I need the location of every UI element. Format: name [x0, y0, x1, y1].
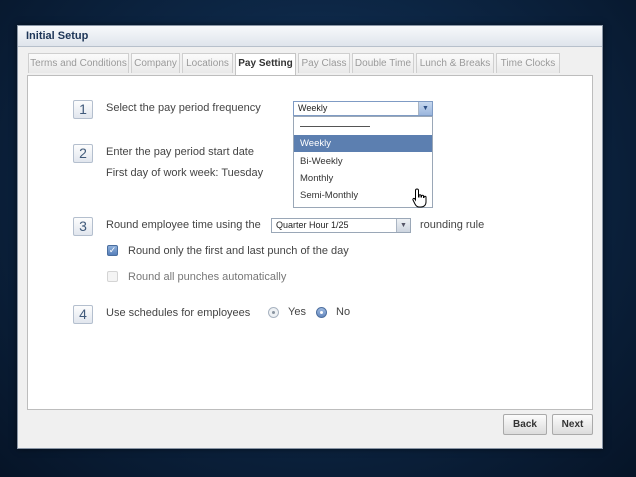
- back-button[interactable]: Back: [503, 414, 547, 435]
- round-first-last-label: Round only the first and last punch of t…: [128, 245, 349, 257]
- chevron-down-icon[interactable]: ▼: [418, 102, 432, 115]
- rounding-rule-select[interactable]: Quarter Hour 1/25 ▼: [271, 218, 411, 233]
- pay-period-frequency-select[interactable]: Weekly ▼: [293, 101, 433, 116]
- pay-period-start-label: Enter the pay period start date: [106, 146, 254, 158]
- dropdown-option-separator[interactable]: [294, 117, 432, 134]
- dropdown-option-weekly[interactable]: Weekly: [294, 135, 432, 152]
- tab-pay-setting[interactable]: Pay Setting: [235, 53, 296, 75]
- first-day-of-week-text: First day of work week: Tuesday: [106, 167, 264, 179]
- chevron-down-icon[interactable]: ▼: [396, 219, 410, 232]
- rounding-rule-value: Quarter Hour 1/25: [276, 220, 349, 230]
- tab-time-clocks[interactable]: Time Clocks: [496, 53, 560, 73]
- step-3-badge: 3: [73, 217, 93, 236]
- tab-pay-class[interactable]: Pay Class: [298, 53, 350, 73]
- tab-locations[interactable]: Locations: [182, 53, 233, 73]
- initial-setup-window: Initial Setup Terms and Conditions Compa…: [17, 25, 603, 449]
- pay-period-frequency-value: Weekly: [298, 103, 328, 113]
- tab-terms-and-conditions[interactable]: Terms and Conditions: [28, 53, 129, 73]
- tab-double-time[interactable]: Double Time: [352, 53, 414, 73]
- tab-lunch-and-breaks[interactable]: Lunch & Breaks: [416, 53, 494, 73]
- tab-company[interactable]: Company: [131, 53, 180, 73]
- rounding-rule-suffix: rounding rule: [420, 219, 485, 231]
- pay-period-frequency-label: Select the pay period frequency: [106, 102, 261, 114]
- next-button[interactable]: Next: [552, 414, 593, 435]
- step-2-badge: 2: [73, 144, 93, 163]
- dropdown-option-monthly[interactable]: Monthly: [294, 170, 432, 187]
- round-all-punches-checkbox[interactable]: [107, 271, 118, 282]
- rounding-label: Round employee time using the: [106, 219, 261, 231]
- step-4-badge: 4: [73, 305, 93, 324]
- use-schedules-label: Use schedules for employees: [106, 307, 251, 319]
- hand-pointer-icon: [412, 188, 427, 208]
- round-all-punches-label: Round all punches automatically: [128, 271, 287, 283]
- dropdown-option-bi-weekly[interactable]: Bi-Weekly: [294, 153, 432, 170]
- schedules-yes-radio[interactable]: [268, 307, 279, 318]
- schedules-yes-label: Yes: [288, 306, 306, 318]
- pay-setting-panel: 1 Select the pay period frequency Weekly…: [27, 75, 593, 410]
- schedules-no-label: No: [336, 306, 351, 318]
- step-1-badge: 1: [73, 100, 93, 119]
- round-first-last-checkbox[interactable]: ✓: [107, 245, 118, 256]
- window-title: Initial Setup: [18, 26, 602, 47]
- dropdown-separator-line: [300, 126, 370, 127]
- schedules-no-radio[interactable]: [316, 307, 327, 318]
